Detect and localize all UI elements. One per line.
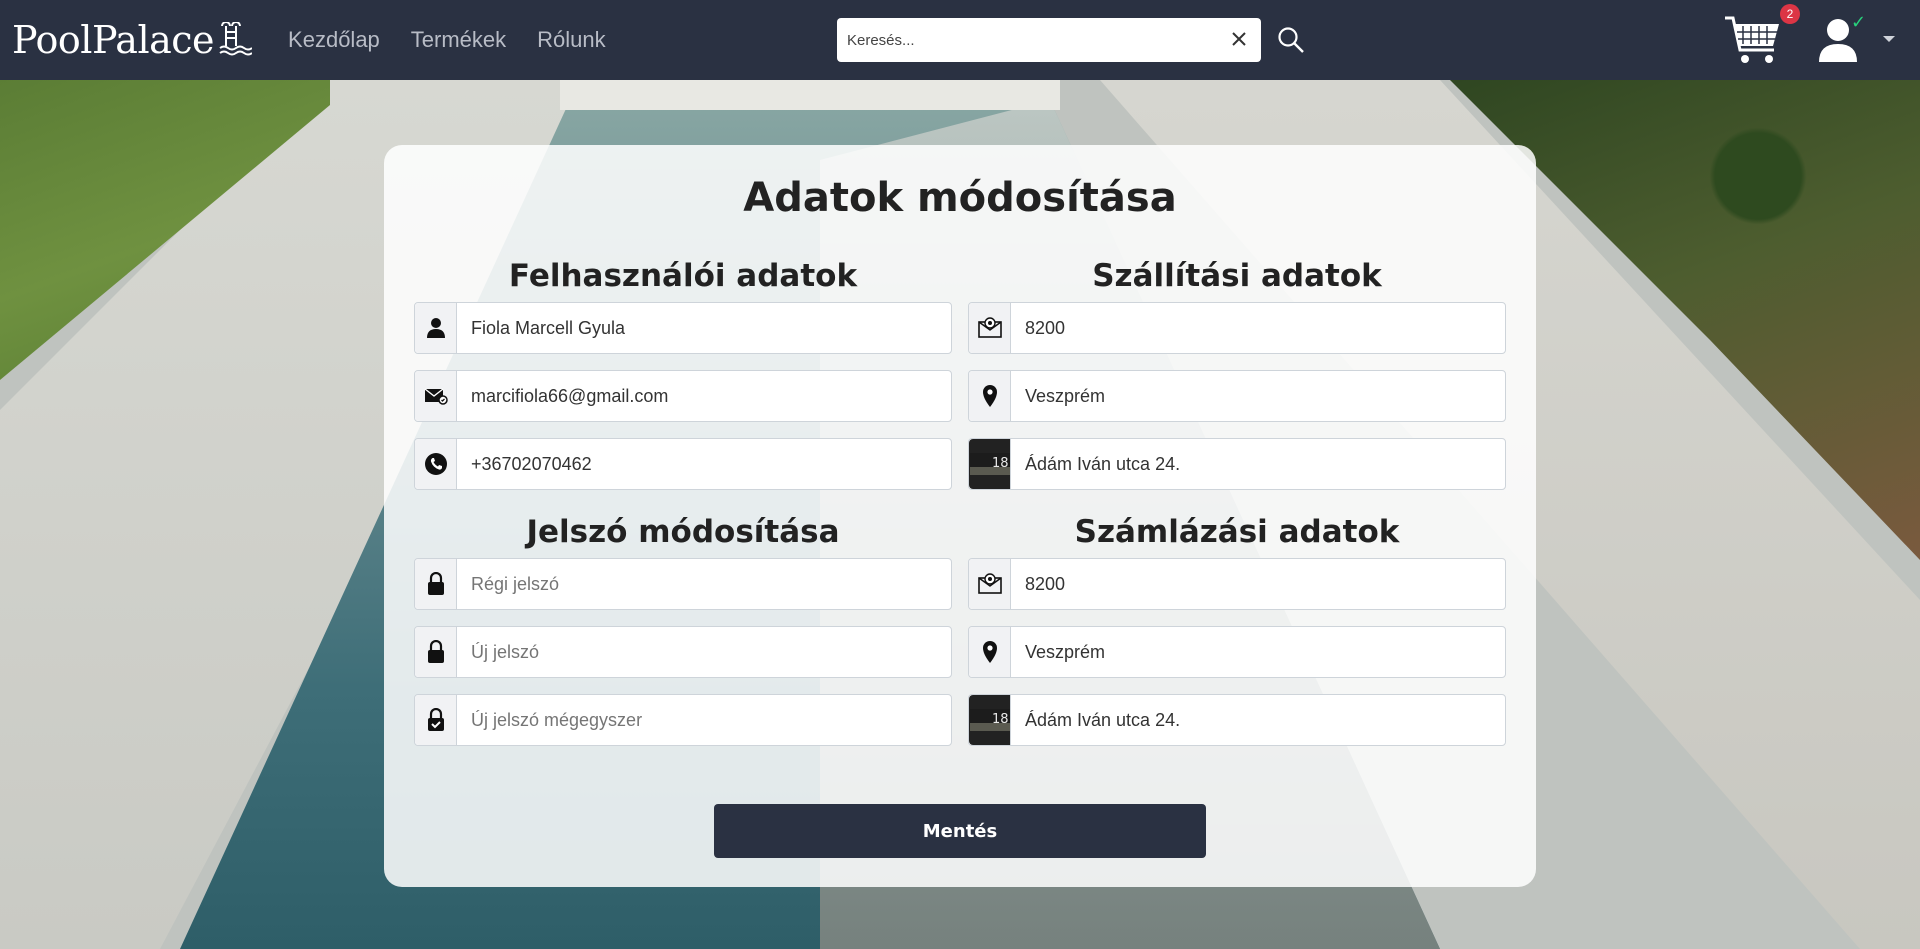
logged-in-check-icon: ✓ bbox=[1851, 12, 1867, 33]
new-password-input[interactable] bbox=[457, 627, 951, 677]
mail-stamp-icon bbox=[969, 303, 1011, 353]
nav-link-about[interactable]: Rólunk bbox=[537, 27, 605, 53]
name-input[interactable] bbox=[457, 303, 951, 353]
map-pin-icon bbox=[969, 371, 1011, 421]
shipping-city-field bbox=[968, 370, 1506, 422]
save-button[interactable]: Mentés bbox=[714, 804, 1206, 858]
brand-logo[interactable]: PoolPalace bbox=[12, 0, 253, 80]
map-pin-icon bbox=[969, 627, 1011, 677]
nav-link-home[interactable]: Kezdőlap bbox=[288, 27, 380, 53]
lock-icon bbox=[415, 627, 457, 677]
user-data-section: Felhasználói adatok bbox=[414, 258, 952, 506]
billing-city-input[interactable] bbox=[1011, 627, 1505, 677]
phone-icon bbox=[415, 439, 457, 489]
lock-icon bbox=[415, 559, 457, 609]
mail-stamp-icon bbox=[969, 559, 1011, 609]
billing-city-field bbox=[968, 626, 1506, 678]
page-title: Adatok módosítása bbox=[743, 175, 1177, 221]
brand-name: PoolPalace bbox=[12, 18, 215, 62]
phone-field bbox=[414, 438, 952, 490]
svg-text:18: 18 bbox=[992, 456, 1009, 471]
house-number-icon: 18 bbox=[969, 695, 1011, 745]
shipping-zip-field bbox=[968, 302, 1506, 354]
old-password-field bbox=[414, 558, 952, 610]
search-icon[interactable] bbox=[1277, 26, 1305, 54]
billing-section: Számlázási adatok 18 bbox=[968, 514, 1506, 762]
email-field bbox=[414, 370, 952, 422]
billing-address-field: 18 bbox=[968, 694, 1506, 746]
password-section: Jelszó módosítása bbox=[414, 514, 952, 762]
old-password-input[interactable] bbox=[457, 559, 951, 609]
shipping-zip-input[interactable] bbox=[1011, 303, 1505, 353]
pool-ladder-icon bbox=[219, 22, 253, 56]
new-password-field bbox=[414, 626, 952, 678]
name-field bbox=[414, 302, 952, 354]
person-icon bbox=[415, 303, 457, 353]
confirm-password-input[interactable] bbox=[457, 695, 951, 745]
shipping-section: Szállítási adatok 18 bbox=[968, 258, 1506, 506]
nav-link-products[interactable]: Termékek bbox=[411, 27, 506, 53]
phone-input[interactable] bbox=[457, 439, 951, 489]
search-box bbox=[837, 18, 1261, 62]
email-input[interactable] bbox=[457, 371, 951, 421]
billing-address-input[interactable] bbox=[1011, 695, 1505, 745]
billing-zip-field bbox=[968, 558, 1506, 610]
user-data-title: Felhasználói adatok bbox=[508, 258, 858, 294]
billing-title: Számlázási adatok bbox=[1074, 514, 1400, 550]
chevron-down-icon[interactable] bbox=[1883, 36, 1895, 42]
search-input[interactable] bbox=[847, 20, 1227, 60]
shipping-title: Szállítási adatok bbox=[1092, 258, 1382, 294]
cart-icon[interactable] bbox=[1723, 12, 1783, 68]
shipping-address-input[interactable] bbox=[1011, 439, 1505, 489]
svg-text:18: 18 bbox=[992, 712, 1009, 727]
house-number-icon: 18 bbox=[969, 439, 1011, 489]
profile-edit-card: Adatok módosítása Felhasználói adatok Sz… bbox=[384, 145, 1536, 887]
billing-zip-input[interactable] bbox=[1011, 559, 1505, 609]
envelope-icon bbox=[415, 371, 457, 421]
password-title: Jelszó módosítása bbox=[526, 514, 840, 550]
nav-links: Kezdőlap Termékek Rólunk bbox=[288, 27, 606, 53]
close-icon[interactable] bbox=[1229, 29, 1249, 49]
shipping-address-field: 18 bbox=[968, 438, 1506, 490]
cart-count-badge: 2 bbox=[1780, 4, 1800, 24]
lock-check-icon bbox=[415, 695, 457, 745]
confirm-password-field bbox=[414, 694, 952, 746]
shipping-city-input[interactable] bbox=[1011, 371, 1505, 421]
